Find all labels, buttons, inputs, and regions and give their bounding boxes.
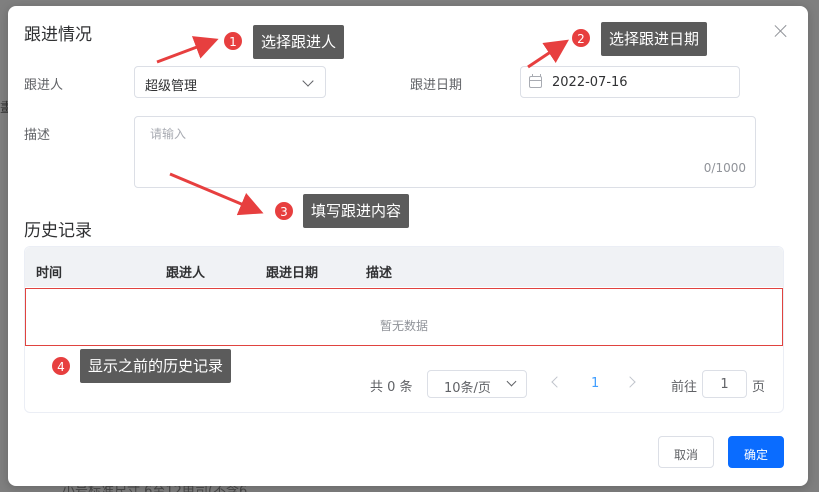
annotation-tip-2: 选择跟进日期	[601, 22, 708, 56]
arrow-2	[527, 39, 569, 69]
annotation-tip-1: 选择跟进人	[253, 25, 345, 59]
annotation-badge-1: 1	[223, 31, 243, 51]
annotation-tip-4: 显示之前的历史记录	[80, 349, 232, 383]
annotation-badge-2: 2	[571, 28, 591, 48]
annotation-badge-3: 3	[274, 201, 294, 221]
arrow-3	[169, 172, 264, 216]
annotation-tip-3: 填写跟进内容	[303, 194, 410, 228]
annotation-badge-4: 4	[51, 356, 71, 376]
annotation-arrows	[156, 36, 569, 216]
arrow-1	[156, 36, 219, 64]
